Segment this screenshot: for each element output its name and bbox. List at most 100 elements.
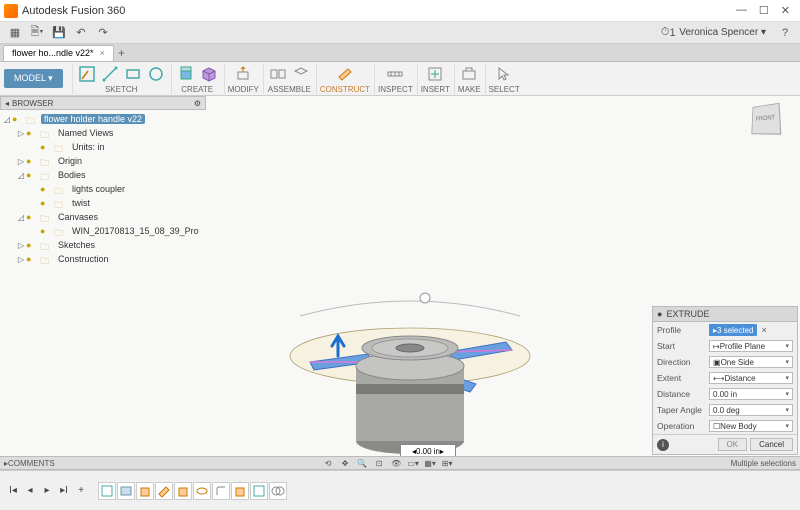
timeline-start-icon[interactable]: I◂ (6, 484, 20, 498)
tree-item[interactable]: ▷●🗀Origin (2, 154, 204, 168)
workspace-model-button[interactable]: MODEL ▾ (4, 69, 63, 88)
operation-label: Operation (657, 421, 709, 431)
assemble2-icon[interactable] (290, 64, 312, 84)
extrude-icon[interactable] (175, 64, 197, 84)
browser-header[interactable]: ◂ BROWSER ⚙ (0, 96, 206, 110)
rect-icon[interactable] (122, 64, 144, 84)
taper-input[interactable]: 0.0 deg▾ (709, 404, 793, 416)
timeline-back-icon[interactable]: ◂ (23, 484, 37, 498)
file-menu-icon[interactable]: 🗎▾ (26, 24, 48, 42)
feature-sketch-icon[interactable] (98, 482, 116, 500)
undo-icon[interactable]: ↶ (70, 24, 92, 42)
help-icon[interactable]: ? (774, 24, 796, 42)
group-label: MODIFY (228, 85, 259, 94)
plane-icon[interactable] (334, 64, 356, 84)
timeline-fwd-icon[interactable]: ▸I (57, 484, 71, 498)
feature-extrude2-icon[interactable] (174, 482, 192, 500)
quick-access-bar: ▦ 🗎▾ 💾 ↶ ↷ ⏱1 Veronica Spencer ▾ ? (0, 22, 800, 44)
timeline-features (98, 482, 287, 500)
browser-panel: ◂ BROWSER ⚙ ◿●🗀 flower holder handle v22… (0, 96, 206, 268)
minimize-button[interactable]: — (736, 4, 747, 17)
insert-icon[interactable] (424, 64, 446, 84)
sketch-create-icon[interactable] (76, 64, 98, 84)
feature-canvas-icon[interactable] (117, 482, 135, 500)
start-dropdown[interactable]: ↦ Profile Plane▾ (709, 340, 793, 352)
display-icon[interactable]: ▭▾ (405, 459, 421, 468)
timeline: I◂ ◂ ▸ ▸I + (0, 470, 800, 510)
orbit-icon[interactable]: ⟲ (320, 459, 336, 468)
feature-extrude-icon[interactable] (136, 482, 154, 500)
notification-icon[interactable]: ⏱1 (657, 24, 679, 42)
fit-icon[interactable]: ⊡ (371, 459, 387, 468)
info-icon[interactable]: i (657, 439, 669, 451)
feature-combine-icon[interactable] (269, 482, 287, 500)
tree-item[interactable]: ◿●🗀Bodies (2, 168, 204, 182)
group-label: INSPECT (378, 85, 413, 94)
document-tabbar: flower ho...ndle v22* × + (0, 44, 800, 62)
look-icon[interactable]: 👁 (388, 459, 404, 468)
viewport[interactable]: ◂ BROWSER ⚙ ◿●🗀 flower holder handle v22… (0, 96, 800, 466)
group-label: SKETCH (105, 85, 137, 94)
group-label: ASSEMBLE (268, 85, 311, 94)
box-icon[interactable] (198, 64, 220, 84)
group-label: INSERT (421, 85, 450, 94)
line-icon[interactable] (99, 64, 121, 84)
save-icon[interactable]: 💾 (48, 24, 70, 42)
presspull-icon[interactable] (232, 64, 254, 84)
measure-icon[interactable] (384, 64, 406, 84)
tree-item[interactable]: ▷●🗀Named Views (2, 126, 204, 140)
feature-plane-icon[interactable] (155, 482, 173, 500)
tree-root[interactable]: ◿●🗀 flower holder handle v22 (2, 112, 204, 126)
group-label: SELECT (489, 85, 520, 94)
tree-item[interactable]: ◿●🗀Canvases (2, 210, 204, 224)
panel-header[interactable]: ●EXTRUDE (653, 307, 797, 322)
timeline-end-icon[interactable]: + (74, 484, 88, 498)
cancel-button[interactable]: Cancel (750, 438, 793, 451)
grid-menu-icon[interactable]: ▦ (4, 24, 26, 42)
viewcube[interactable]: FRONT (750, 104, 786, 140)
tree-item[interactable]: ●🗀lights coupler (2, 182, 204, 196)
tree-item[interactable]: ▷●🗀Construction (2, 252, 204, 266)
feature-extrude3-icon[interactable] (231, 482, 249, 500)
profile-clear-icon[interactable]: × (761, 325, 766, 335)
zoom-icon[interactable]: 🔍 (354, 459, 370, 468)
joint-icon[interactable] (267, 64, 289, 84)
viewport-icon[interactable]: ⊞▾ (439, 459, 455, 468)
profile-value[interactable]: ▸ 3 selected (709, 324, 757, 336)
ok-button[interactable]: OK (718, 438, 748, 451)
extent-dropdown[interactable]: ⟷ Distance▾ (709, 372, 793, 384)
tab-label: flower ho...ndle v22* (12, 48, 94, 58)
circle-icon[interactable] (145, 64, 167, 84)
browser-settings-icon[interactable]: ⚙ (194, 99, 201, 108)
document-tab[interactable]: flower ho...ndle v22* × (3, 45, 114, 61)
nav-toolbar: ⟲ ✥ 🔍 ⊡ 👁 ▭▾ ▦▾ ⊞▾ (320, 459, 455, 468)
grid-icon[interactable]: ▦▾ (422, 459, 438, 468)
user-menu[interactable]: Veronica Spencer ▾ (679, 27, 766, 38)
timeline-play-icon[interactable]: ▸ (40, 484, 54, 498)
close-button[interactable]: ✕ (781, 4, 790, 17)
distance-input[interactable]: 0.00 in▾ (709, 388, 793, 400)
tree-item[interactable]: ●🗀WIN_20170813_15_08_39_Pro (2, 224, 204, 238)
group-label: MAKE (458, 85, 481, 94)
select-icon[interactable] (493, 64, 515, 84)
feature-sketch2-icon[interactable] (250, 482, 268, 500)
redo-icon[interactable]: ↷ (92, 24, 114, 42)
tab-add-button[interactable]: + (118, 46, 125, 60)
tree-item[interactable]: ●🗀twist (2, 196, 204, 210)
group-label: CONSTRUCT (320, 85, 370, 94)
app-title: Autodesk Fusion 360 (22, 5, 125, 17)
make-icon[interactable] (458, 64, 480, 84)
tree-item[interactable]: ▷●🗀Sketches (2, 238, 204, 252)
viewcube-face[interactable]: FRONT (751, 103, 781, 135)
comments-label[interactable]: COMMENTS (8, 459, 55, 468)
direction-dropdown[interactable]: ▣ One Side▾ (709, 356, 793, 368)
operation-dropdown[interactable]: ☐ New Body▾ (709, 420, 793, 432)
tree-item[interactable]: ●🗀Units: in (2, 140, 204, 154)
feature-revolve-icon[interactable] (193, 482, 211, 500)
feature-fillet-icon[interactable] (212, 482, 230, 500)
maximize-button[interactable]: ☐ (759, 4, 769, 17)
tool-group-select: SELECT (485, 64, 523, 94)
tool-group-sketch: SKETCH (72, 64, 170, 94)
tab-close-icon[interactable]: × (100, 48, 105, 58)
pan-icon[interactable]: ✥ (337, 459, 353, 468)
